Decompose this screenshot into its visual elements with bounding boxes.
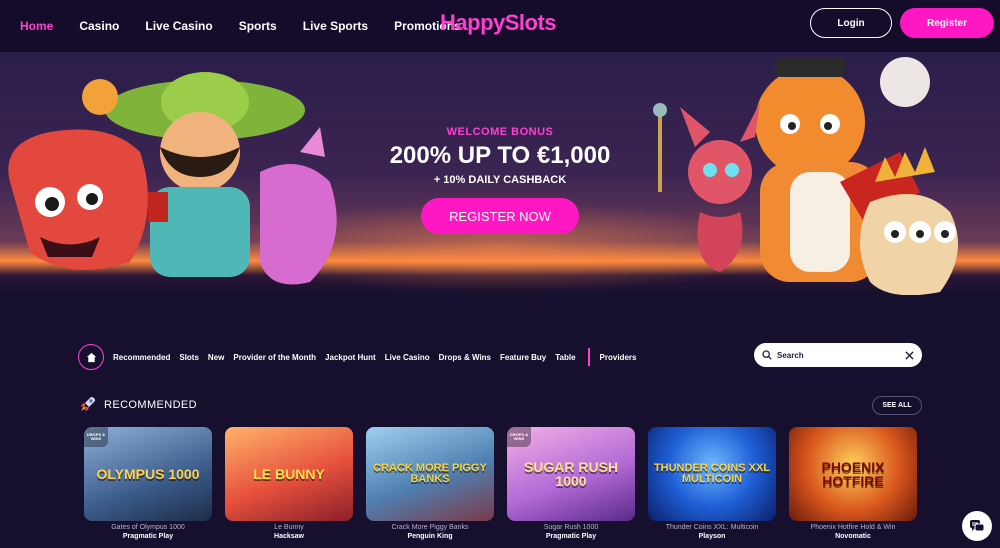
game-thumbnail[interactable]: CRACK MORE PIGGY BANKS [366,427,494,521]
game-title: Phoenix Hotfire Hold & Win [810,524,896,531]
game-card[interactable]: DROPS & WINS SUGAR RUSH 1000 Sugar Rush … [507,427,635,540]
game-card[interactable]: LE BUNNY Le Bunny Hacksaw [225,427,353,540]
hero-banner[interactable]: WELCOME BONUS 200% UP TO €1,000 + 10% DA… [0,52,1000,295]
top-header: Home Casino Live Casino Sports Live Spor… [0,0,1000,52]
see-all-button[interactable]: SEE ALL [872,396,922,415]
category-table[interactable]: Table [555,353,575,362]
game-thumbnail[interactable]: DROPS & WINS OLYMPUS 1000 [84,427,212,521]
game-title: Le Bunny [274,524,304,531]
game-title: Thunder Coins XXL: Multicoin [665,524,759,531]
category-recommended[interactable]: Recommended [113,353,170,362]
game-art-title: CRACK MORE PIGGY BANKS [373,462,487,485]
category-provider-of-the-month[interactable]: Provider of the Month [233,353,316,362]
nav-casino[interactable]: Casino [79,19,119,33]
category-bar: Recommended Slots New Provider of the Mo… [78,343,645,371]
category-live-casino[interactable]: Live Casino [385,353,430,362]
drops-wins-badge: DROPS & WINS [507,427,531,447]
game-provider: Pragmatic Play [545,533,597,540]
search-box[interactable]: Search [754,343,922,367]
register-now-button[interactable]: REGISTER NOW [421,198,579,234]
game-thumbnail[interactable]: DROPS & WINS SUGAR RUSH 1000 [507,427,635,521]
chat-icon [970,520,985,532]
game-art-title: SUGAR RUSH 1000 [523,459,619,489]
auth-buttons: Login Register [810,8,994,38]
game-art-title: LE BUNNY [253,466,325,482]
login-button[interactable]: Login [810,8,892,38]
game-card[interactable]: DROPS & WINS OLYMPUS 1000 Gates of Olymp… [84,427,212,540]
game-provider: Hacksaw [274,533,304,540]
category-slots[interactable]: Slots [179,353,199,362]
game-provider: Pragmatic Play [122,533,174,540]
rocket-icon [81,397,95,411]
game-title: Gates of Olympus 1000 [111,524,185,531]
category-feature-buy[interactable]: Feature Buy [500,353,546,362]
close-icon[interactable] [905,350,914,360]
nav-sports[interactable]: Sports [239,19,277,33]
category-jackpot-hunt[interactable]: Jackpot Hunt [325,353,376,362]
hero-promo: WELCOME BONUS 200% UP TO €1,000 + 10% DA… [350,126,650,234]
games-row: DROPS & WINS OLYMPUS 1000 Gates of Olymp… [84,427,917,540]
nav-home[interactable]: Home [20,19,53,33]
bonus-headline: 200% UP TO €1,000 [389,142,611,169]
game-thumbnail[interactable]: LE BUNNY [225,427,353,521]
game-thumbnail[interactable]: THUNDER COINS XXL MULTICOIN [648,427,776,521]
category-new[interactable]: New [208,353,224,362]
live-chat-button[interactable] [962,511,992,541]
home-category-button[interactable] [78,344,104,370]
nav-live-sports[interactable]: Live Sports [303,19,368,33]
main-nav: Home Casino Live Casino Sports Live Spor… [20,19,487,33]
happyslots-logo[interactable]: HappySlots [440,10,557,36]
game-provider: Penguin King [407,533,453,540]
game-title: Crack More Piggy Banks [391,524,469,531]
game-thumbnail[interactable]: PHOENIX HOTFIRE [789,427,917,521]
game-art-title: PHOENIX HOTFIRE [821,459,885,489]
register-button[interactable]: Register [900,8,994,38]
game-card[interactable]: PHOENIX HOTFIRE Phoenix Hotfire Hold & W… [789,427,917,540]
welcome-bonus-label: WELCOME BONUS [446,126,554,138]
search-input[interactable]: Search [777,351,905,360]
section-title: RECOMMENDED [104,399,198,411]
game-provider: Novomatic [835,533,871,540]
nav-live-casino[interactable]: Live Casino [145,19,212,33]
search-icon [762,350,772,360]
game-art-title: THUNDER COINS XXL MULTICOIN [653,462,771,485]
game-provider: Playson [698,533,726,540]
game-card[interactable]: THUNDER COINS XXL MULTICOIN Thunder Coin… [648,427,776,540]
category-drops-wins[interactable]: Drops & Wins [439,353,491,362]
tiger-character-illustration [653,57,958,295]
cashback-text: + 10% DAILY CASHBACK [433,174,567,186]
mariachi-character-illustration [8,72,337,285]
drops-wins-badge: DROPS & WINS [84,427,108,447]
game-art-title: OLYMPUS 1000 [96,466,200,482]
home-icon [86,352,96,362]
providers-link[interactable]: Providers [600,353,637,362]
game-title: Sugar Rush 1000 [543,524,599,531]
category-divider [587,348,590,366]
game-card[interactable]: CRACK MORE PIGGY BANKS Crack More Piggy … [366,427,494,540]
